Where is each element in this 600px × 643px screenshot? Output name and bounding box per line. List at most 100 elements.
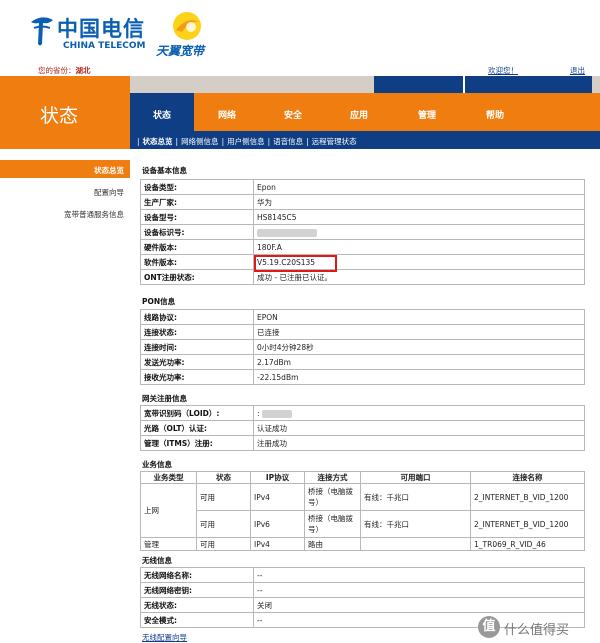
province-label-text: 您的省份： [38,66,76,75]
conn-mode-value: 桥接（电脑拨 号） [304,483,361,511]
port-value: 有线：千兆口 [360,510,471,538]
table-row: 无线状态: 关闭 [140,597,585,613]
table-row: 上网 可用 IPv4 桥接（电脑拨 号） 有线：千兆口 2_INTERNET_B_… [140,483,585,538]
conn-name-value: 2_INTERNET_B_VID_1200 [470,510,585,538]
wireless-info-title: 无线信息 [142,556,172,565]
col-connection-mode: 连接方式 [304,471,361,484]
itms-reg-value: 注册成功 [253,435,585,451]
sub-nav-separator: | [137,137,140,146]
redacted-value [257,228,317,237]
table-row: 管理 可用 IPv4 路由 1_TR069_R_VID_46 [140,537,585,551]
device-type-value: Epon [253,179,585,195]
wifi-key-value: -- [253,582,585,598]
conn-mode-line2: 号） [308,498,323,507]
sub-nav-voice[interactable]: 语音信息 [273,137,303,146]
sidebar-item-broadband-service[interactable]: 宽带普通服务信息 [0,204,130,222]
table-row: 生产厂家: 华为 [140,194,585,210]
wifi-key-label: 无线网络密钥: [140,582,254,598]
table-row: 光路（OLT）认证: 认证成功 [140,420,585,436]
sub-nav-overview[interactable]: 状态总览 [143,137,173,146]
sub-nav-network-side[interactable]: 网络侧信息 [181,137,219,146]
sub-nav-separator: | [306,137,309,146]
line-protocol-label: 线路协议: [140,309,254,325]
col-available-port: 可用端口 [360,471,471,484]
business-type-internet: 上网 [140,483,197,538]
table-row: 连接时间: 0小时4分钟28秒 [140,339,585,355]
table-row: 可用 IPv6 桥接（电脑拨 号） 有线：千兆口 2_INTERNET_B_VID… [141,510,585,538]
olt-auth-label: 光路（OLT）认证: [140,420,254,436]
status-value: 可用 [196,510,251,538]
hardware-version-value: 180F.A [253,239,585,255]
sub-nav-separator: | [175,137,179,146]
conn-mode-line1: 桥接（电脑拨 [308,487,353,496]
col-ip-protocol: IP协议 [250,471,305,484]
col-business-type: 业务类型 [140,471,197,484]
ip-value: IPv4 [250,483,305,511]
connection-time-value: 0小时4分钟28秒 [253,339,585,355]
conn-mode-value: 桥接（电脑拨 号） [304,510,361,538]
manufacturer-value: 华为 [253,194,585,210]
tab-application[interactable]: 应用 [326,93,392,131]
status-value: 可用 [196,483,251,511]
loid-label: 宽带识别码（LOID）: [140,405,254,421]
device-model-label: 设备型号: [140,209,254,225]
china-telecom-logo: 中国电信 CHINA TELECOM [29,10,149,58]
table-row: 无线网络密钥: -- [140,582,585,598]
province-label: 您的省份：湖北 [38,65,91,76]
business-info-table: 业务类型 状态 IP协议 连接方式 可用端口 连接名称 上网 可用 IPv4 桥… [140,471,585,551]
connection-status-value: 已连接 [253,324,585,340]
device-info-table: 设备类型: Epon 生产厂家: 华为 设备型号: HS8145C5 设备标识号: 硬… [140,179,585,285]
manufacturer-label: 生产厂家: [140,194,254,210]
device-id-value [253,224,585,240]
wireless-wizard-link[interactable]: 无线配置向导 [142,632,187,643]
device-strip [130,76,600,93]
china-telecom-cn: 中国电信 [57,16,145,41]
sub-nav-separator: | [267,137,271,146]
device-divider [463,76,465,93]
table-row: 发送光功率: 2.17dBm [140,354,585,370]
business-info-title: 业务信息 [142,460,172,469]
logout-link[interactable]: 退出 [570,65,585,76]
conn-mode-line1: 桥接（电脑拨 [308,514,353,523]
tab-status[interactable]: 状态 [130,93,194,131]
loid-value: : [253,405,585,421]
page-title: 状态 [40,105,79,127]
itms-reg-label: 管理（ITMS）注册: [140,435,254,451]
watermark: 值 什么值得买 [478,616,596,638]
redacted-value [261,409,292,418]
sub-nav-user-side[interactable]: 用户侧信息 [227,137,265,146]
sidebar-item-wizard[interactable]: 配置向导 [0,182,130,200]
china-telecom-en: CHINA TELECOM [63,41,146,51]
line-protocol-value: EPON [253,309,585,325]
device-id-label: 设备标识号: [140,224,254,240]
olt-auth-value: 认证成功 [253,420,585,436]
tab-security[interactable]: 安全 [260,93,326,131]
welcome-link[interactable]: 欢迎您！ [488,65,518,76]
tab-network[interactable]: 网络 [194,93,260,131]
status-value: 可用 [196,537,251,551]
gateway-name: 天翼网关-EPON [260,5,317,14]
pon-info-title: PON信息 [142,297,176,306]
table-row: 设备型号: HS8145C5 [140,209,585,225]
sub-nav-separator: | [221,137,225,146]
table-row: 设备类型: Epon [140,179,585,195]
conn-name-value: 2_INTERNET_B_VID_1200 [470,483,585,511]
sub-nav: | 状态总览 | 网络侧信息 | 用户侧信息 | 语音信息 | 远程管理状态 [130,131,600,149]
sub-nav-remote-mgmt[interactable]: 远程管理状态 [312,137,357,146]
table-row: 线路协议: EPON [140,309,585,325]
ont-status-label: ONT注册状态: [140,269,254,285]
tab-management[interactable]: 管理 [392,93,462,131]
china-telecom-mark-icon [31,17,53,46]
tianyi-broadband-logo: 天翼宽带 [156,10,226,60]
tab-help[interactable]: 帮助 [462,93,528,131]
province-value: 湖北 [75,66,91,75]
port-value [360,537,471,551]
device-type-label: 设备类型: [140,179,254,195]
gateway-reg-title: 网关注册信息 [142,394,187,403]
hardware-version-label: 硬件版本: [140,239,254,255]
ip-value: IPv6 [250,510,305,538]
conn-mode-line2: 号） [308,525,323,534]
sidebar-item-overview[interactable]: 状态总览 [0,160,130,178]
security-mode-label: 安全模式: [140,612,254,628]
model-text: 型号: HS8145C5 [368,5,432,14]
